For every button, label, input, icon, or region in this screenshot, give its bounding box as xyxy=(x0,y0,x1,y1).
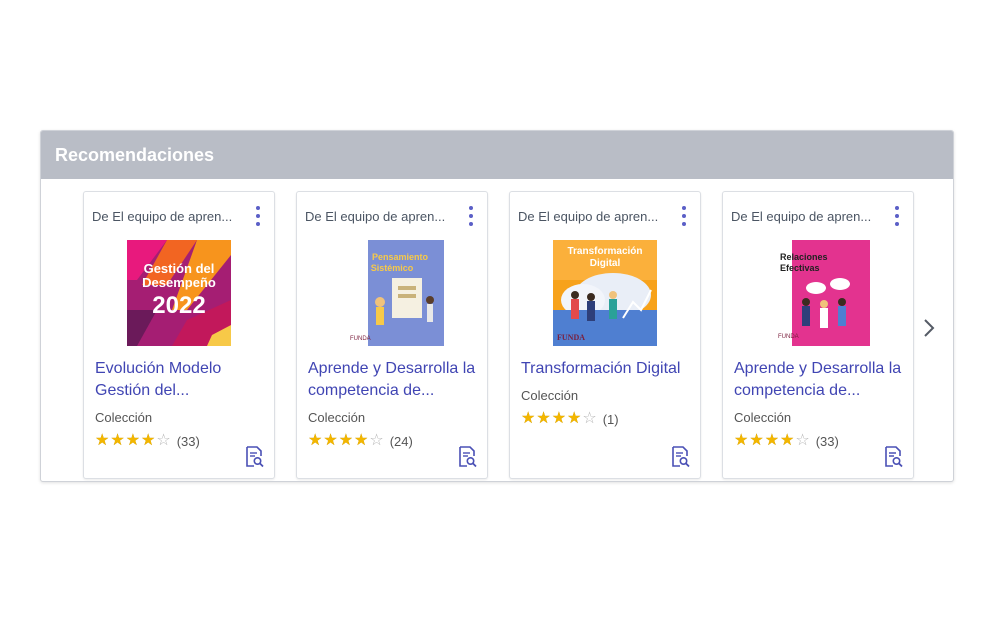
course-card[interactable]: De El equipo de apren... Pensamiento Sis… xyxy=(296,191,488,479)
card-source: De El equipo de apren... xyxy=(731,208,872,224)
more-options-icon[interactable] xyxy=(891,206,903,226)
star-icon: ★ xyxy=(110,432,125,449)
star-icon: ★ xyxy=(308,432,323,449)
star-icon: ★ xyxy=(536,410,551,427)
more-options-icon[interactable] xyxy=(465,206,477,226)
star-outline-icon: ☆ xyxy=(582,410,597,427)
star-icon: ★ xyxy=(338,432,354,449)
cards-carousel: De El equipo de apren... Gestión del Des… xyxy=(83,191,914,479)
preview-document-icon[interactable] xyxy=(244,446,264,468)
rating-count: (1) xyxy=(602,411,619,427)
course-card[interactable]: De El equipo de apren... Transformación … xyxy=(509,191,701,479)
thumb-title-line2: Desempeño xyxy=(142,275,216,290)
star-icon: ★ xyxy=(354,432,369,449)
card-header: De El equipo de apren... xyxy=(731,206,903,226)
star-outline-icon: ☆ xyxy=(369,432,384,449)
card-source: De El equipo de apren... xyxy=(518,208,659,224)
preview-document-icon[interactable] xyxy=(670,446,690,468)
thumb-title-line2: Sistémico xyxy=(371,263,414,273)
panel-title: Recomendaciones xyxy=(55,144,215,165)
preview-document-icon[interactable] xyxy=(883,446,903,468)
card-type: Colección xyxy=(308,410,366,425)
course-card[interactable]: De El equipo de apren... Gestión del Des… xyxy=(83,191,275,479)
card-thumbnail[interactable]: Pensamiento Sistémico FUNDA xyxy=(340,240,444,346)
card-source: De El equipo de apren... xyxy=(305,208,446,224)
thumb-logo: FUNDA xyxy=(557,333,585,342)
rating-count: (33) xyxy=(815,433,839,449)
card-header: De El equipo de apren... xyxy=(518,206,690,226)
card-title[interactable]: Evolución Modelo Gestión del... xyxy=(95,358,267,402)
card-type: Colección xyxy=(95,410,153,425)
thumb-title-line1: Transformación xyxy=(567,246,642,257)
star-outline-icon: ☆ xyxy=(156,432,171,449)
card-title[interactable]: Aprende y Desarrolla la competencia de..… xyxy=(308,358,480,402)
rating: ★ ★ ★ ★ ☆ (33) xyxy=(95,433,200,449)
panel-header: Recomendaciones xyxy=(41,131,953,179)
star-icon: ★ xyxy=(95,432,110,449)
more-options-icon[interactable] xyxy=(252,206,264,226)
thumb-title-line2: Digital xyxy=(590,258,621,269)
thumb-title-line3: 2022 xyxy=(152,292,205,319)
star-icon: ★ xyxy=(764,432,780,449)
thumb-title-line2: Efectivas xyxy=(780,263,820,273)
star-icon: ★ xyxy=(141,432,156,449)
chevron-right-icon[interactable] xyxy=(919,316,939,340)
star-icon: ★ xyxy=(125,432,141,449)
card-type: Colección xyxy=(734,410,792,425)
preview-document-icon[interactable] xyxy=(457,446,477,468)
card-header: De El equipo de apren... xyxy=(92,206,264,226)
card-header: De El equipo de apren... xyxy=(305,206,477,226)
rating: ★ ★ ★ ★ ☆ (33) xyxy=(734,433,839,449)
course-card[interactable]: De El equipo de apren... Relaciones Efec… xyxy=(722,191,914,479)
star-icon: ★ xyxy=(567,410,582,427)
star-icon: ★ xyxy=(749,432,764,449)
card-type: Colección xyxy=(521,388,579,403)
rating-count: (24) xyxy=(389,433,413,449)
star-outline-icon: ☆ xyxy=(795,432,810,449)
thumb-title-line1: Relaciones xyxy=(780,252,828,262)
card-source: De El equipo de apren... xyxy=(92,208,233,224)
star-icon: ★ xyxy=(734,432,749,449)
star-icon: ★ xyxy=(521,410,536,427)
thumb-logo: FUNDA xyxy=(778,334,799,340)
card-title[interactable]: Aprende y Desarrolla la competencia de..… xyxy=(734,358,906,402)
star-icon: ★ xyxy=(780,432,795,449)
recommendations-panel: Recomendaciones De El equipo de apren...… xyxy=(40,130,954,482)
rating: ★ ★ ★ ★ ☆ (24) xyxy=(308,433,413,449)
star-icon: ★ xyxy=(551,410,567,427)
thumb-title-line1: Gestión del xyxy=(144,261,215,276)
thumb-title-line1: Pensamiento xyxy=(372,252,429,262)
card-thumbnail[interactable]: Gestión del Desempeño 2022 xyxy=(127,240,231,346)
card-title[interactable]: Transformación Digital xyxy=(521,358,693,380)
card-thumbnail[interactable]: Relaciones Efectivas FUNDA xyxy=(766,240,870,346)
more-options-icon[interactable] xyxy=(678,206,690,226)
rating-count: (33) xyxy=(176,433,200,449)
star-icon: ★ xyxy=(323,432,338,449)
card-thumbnail[interactable]: Transformación Digital FUNDA xyxy=(553,240,657,346)
thumb-logo: FUNDA xyxy=(350,336,371,342)
rating: ★ ★ ★ ★ ☆ (1) xyxy=(521,411,619,427)
